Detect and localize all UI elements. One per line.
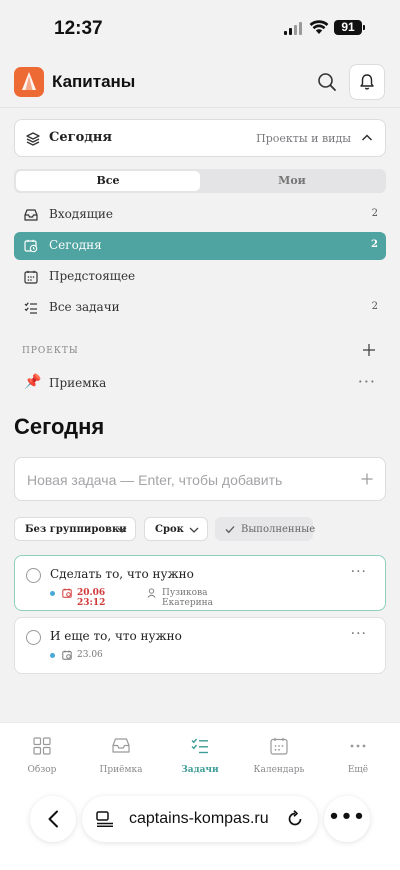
address-bar[interactable]: captains-kompas.ru [82,796,318,842]
app-title: Капитаны [52,72,136,91]
filter-bar: Без группировки Срок Выполненные [0,517,400,541]
projects-section-title: ПРОЕКТЫ [22,346,79,356]
project-label: Приемка [49,376,107,390]
task-title: И еще то, что нужно [50,629,182,643]
projects-and-views-label: Проекты и виды [256,132,351,145]
bottom-nav-label: Ещё [347,765,369,775]
completed-toggle[interactable]: Выполненные [215,517,316,541]
add-project-icon[interactable] [362,343,376,357]
calendar-icon [62,650,72,660]
notifications-button[interactable] [349,64,385,100]
tasks-icon [191,738,208,754]
nav-item-all-tasks[interactable]: Все задачи 2 [14,294,386,322]
task-card[interactable]: Сделать то, что нужно ··· 20.06 23:12 Пу… [14,555,386,611]
grid-icon [33,737,51,755]
more-icon: ••• [328,806,366,827]
browser-toolbar: captains-kompas.ru ••• [0,786,400,870]
due-label: Срок [155,524,184,535]
layers-icon [26,132,40,146]
view-selector-label: Сегодня [49,130,113,145]
bell-icon [360,74,374,90]
task-due-date: 23.06 [77,650,103,660]
bottom-nav-label: Задачи [181,765,219,775]
bottom-nav-calendar[interactable]: Календарь [239,723,319,787]
page-title: Сегодня [14,414,105,439]
bottom-nav: Обзор Приёмка Задачи Календарь Ещё [0,722,400,786]
more-icon[interactable]: ··· [351,626,367,642]
calendar-clock-icon [24,239,38,253]
browser-menu-button[interactable]: ••• [324,796,370,842]
more-icon[interactable]: ··· [358,372,376,391]
segment-mine[interactable]: Мои [200,171,384,191]
more-icon [350,744,366,748]
user-icon [147,588,156,598]
grouping-dropdown[interactable]: Без группировки [14,517,136,541]
priority-dot [50,591,55,596]
wifi-icon [309,20,329,34]
nav-item-count: 2 [371,208,378,219]
nav-item-count: 2 [371,301,378,312]
address-url: captains-kompas.ru [129,810,269,827]
task-checkbox[interactable] [26,568,41,583]
app-logo[interactable] [14,67,44,97]
view-selector[interactable]: Сегодня Проекты и виды [14,119,386,157]
nav-item-label: Входящие [49,207,114,221]
bottom-nav-priemka[interactable]: Приёмка [81,723,161,787]
inbox-icon [112,738,130,753]
project-item-priemka[interactable]: 📌 Приемка ··· [14,370,386,398]
priority-dot [50,653,55,658]
chevron-down-icon [189,527,199,533]
nav-item-today[interactable]: Сегодня 2 [14,232,386,260]
status-bar: 12:37 91 [0,0,400,56]
search-icon[interactable] [316,71,338,93]
inbox-icon [24,209,38,221]
chevron-up-icon [361,134,373,141]
task-title: Сделать то, что нужно [50,567,194,581]
task-checkbox[interactable] [26,630,41,645]
scope-segmented-control: Все Мои [14,169,386,193]
new-task-field [14,457,386,501]
browser-back-button[interactable] [30,796,76,842]
logo-icon [22,72,36,90]
calendar-icon [270,737,288,755]
bottom-nav-tasks[interactable]: Задачи [160,723,240,787]
more-icon[interactable]: ··· [351,564,367,580]
task-due-date: 20.06 23:12 [77,588,106,608]
checklist-icon [24,302,37,314]
bottom-nav-overview[interactable]: Обзор [2,723,82,787]
nav-item-count: 2 [371,239,378,250]
chevron-left-icon [48,810,58,828]
nav-item-inbox[interactable]: Входящие 2 [14,201,386,229]
grouping-label: Без группировки [25,524,127,535]
calendar-icon [24,270,38,284]
app-header: Капитаны [0,56,400,108]
nav-item-label: Предстоящее [49,269,136,283]
bottom-nav-label: Календарь [253,765,305,775]
chevron-down-icon [117,527,127,533]
signal-icon [284,22,302,35]
bottom-nav-label: Приёмка [99,765,143,775]
plus-icon[interactable] [361,473,373,485]
task-assignee: Пузикова Екатерина [162,588,213,608]
reader-icon [96,811,113,827]
nav-item-label: Все задачи [49,300,120,314]
nav-item-label: Сегодня [49,238,102,252]
bottom-nav-label: Обзор [27,765,57,775]
calendar-icon [62,588,72,598]
bottom-nav-more[interactable]: Ещё [318,723,398,787]
pin-icon: 📌 [24,374,42,390]
check-icon [225,526,235,534]
task-card[interactable]: И еще то, что нужно ··· 23.06 [14,617,386,674]
segment-all[interactable]: Все [16,171,200,191]
battery-indicator: 91 [334,20,365,35]
nav-item-upcoming[interactable]: Предстоящее [14,263,386,291]
due-dropdown[interactable]: Срок [144,517,208,541]
completed-label: Выполненные [241,524,316,535]
new-task-input[interactable] [27,469,347,491]
status-time: 12:37 [54,18,103,39]
reload-icon[interactable] [286,810,304,828]
